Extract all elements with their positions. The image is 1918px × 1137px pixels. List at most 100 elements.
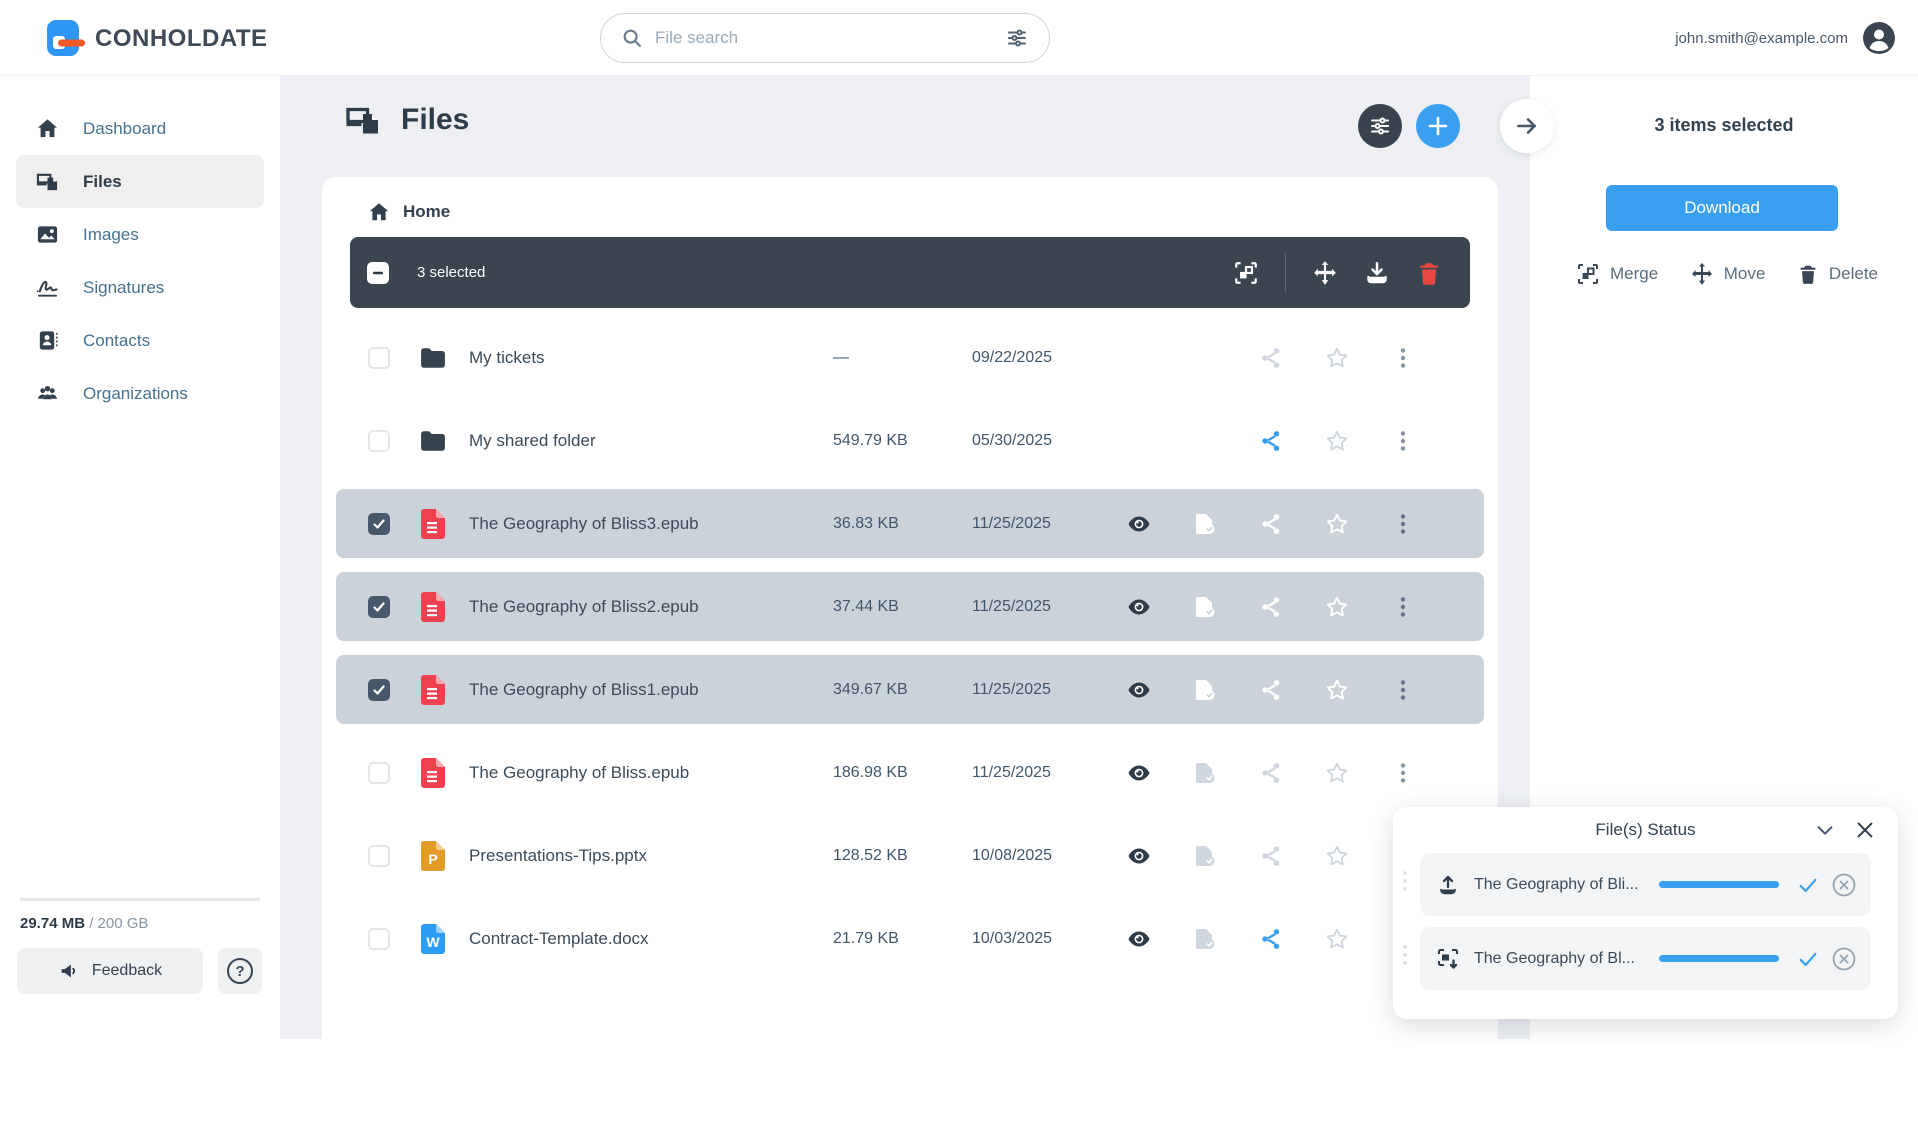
more-options-icon[interactable] [1383, 678, 1423, 702]
close-icon[interactable] [1854, 819, 1876, 841]
download-icon[interactable] [1364, 260, 1390, 286]
preview-eye-icon[interactable] [1119, 595, 1159, 619]
convert-file-icon[interactable] [1185, 761, 1225, 785]
share-icon[interactable] [1251, 346, 1291, 370]
row-checkbox[interactable] [368, 762, 390, 784]
share-icon[interactable] [1251, 595, 1291, 619]
preview-eye-icon[interactable] [1119, 927, 1159, 951]
move-icon[interactable] [1312, 260, 1338, 286]
chevron-down-icon[interactable] [1814, 819, 1836, 841]
row-checkbox[interactable] [368, 596, 390, 618]
top-bar: CONHOLDATE john.smith@example.com [0, 0, 1918, 76]
user-avatar[interactable] [1862, 21, 1896, 55]
home-icon [368, 201, 390, 223]
share-icon[interactable] [1251, 761, 1291, 785]
sidebar-item-dashboard[interactable]: Dashboard [16, 102, 264, 155]
status-item-merge: The Geography of Bl... [1420, 927, 1871, 990]
share-icon[interactable] [1251, 844, 1291, 868]
move-button[interactable]: Move [1690, 262, 1766, 286]
share-icon[interactable] [1251, 678, 1291, 702]
brand-logo[interactable]: CONHOLDATE [44, 18, 268, 59]
help-button[interactable]: ? [218, 948, 262, 994]
row-checkbox[interactable] [368, 845, 390, 867]
star-icon[interactable] [1317, 761, 1357, 785]
sidebar-item-files[interactable]: Files [16, 155, 264, 208]
more-options-icon[interactable] [1383, 761, 1423, 785]
page-title: Files [401, 103, 469, 137]
row-checkbox[interactable] [368, 679, 390, 701]
search-icon [621, 27, 643, 49]
add-file-button[interactable] [1416, 104, 1460, 148]
file-size: 21.79 KB [833, 930, 899, 948]
more-options-icon[interactable] [1383, 512, 1423, 536]
folder-icon [419, 347, 447, 369]
table-row[interactable]: W Contract-Template.docx 21.79 KB 10/03/… [322, 897, 1498, 980]
dismiss-circle-x-icon[interactable] [1831, 872, 1857, 898]
more-options-icon[interactable] [1383, 429, 1423, 453]
share-icon[interactable] [1251, 927, 1291, 951]
star-icon[interactable] [1317, 844, 1357, 868]
star-icon[interactable] [1317, 346, 1357, 370]
delete-button[interactable]: Delete [1797, 262, 1878, 286]
row-checkbox[interactable] [368, 430, 390, 452]
more-options-icon[interactable] [1383, 595, 1423, 619]
success-check-icon [1797, 874, 1819, 896]
star-icon[interactable] [1317, 512, 1357, 536]
file-name: The Geography of Bliss.epub [469, 763, 799, 783]
star-icon[interactable] [1317, 678, 1357, 702]
preview-eye-icon[interactable] [1119, 844, 1159, 868]
select-all-checkbox[interactable] [367, 262, 389, 284]
search-input[interactable] [655, 28, 993, 48]
file-name: Contract-Template.docx [469, 929, 799, 949]
merge-button[interactable]: Merge [1576, 262, 1658, 286]
brand-logo-icon [44, 18, 85, 59]
drag-handle-icon[interactable] [1403, 871, 1407, 891]
star-icon[interactable] [1317, 595, 1357, 619]
preview-eye-icon[interactable] [1119, 761, 1159, 785]
table-row[interactable]: The Geography of Bliss2.epub 37.44 KB 11… [322, 565, 1498, 648]
search-filter-icon[interactable] [1005, 26, 1029, 50]
list-filter-button[interactable] [1358, 104, 1402, 148]
preview-eye-icon[interactable] [1119, 512, 1159, 536]
drag-handle-icon[interactable] [1403, 945, 1407, 965]
table-row[interactable]: The Geography of Bliss1.epub 349.67 KB 1… [322, 648, 1498, 731]
star-icon[interactable] [1317, 927, 1357, 951]
table-row[interactable]: My shared folder 549.79 KB 05/30/2025 [322, 399, 1498, 482]
download-button[interactable]: Download [1606, 185, 1838, 231]
dismiss-circle-x-icon[interactable] [1831, 946, 1857, 972]
convert-file-icon[interactable] [1185, 927, 1225, 951]
upload-icon [1436, 873, 1460, 897]
file-size: 128.52 KB [833, 847, 908, 865]
more-options-icon[interactable] [1383, 346, 1423, 370]
sidebar-item-label: Signatures [83, 278, 164, 298]
merge-icon[interactable] [1233, 260, 1259, 286]
epub-file-icon [419, 592, 447, 622]
preview-eye-icon[interactable] [1119, 678, 1159, 702]
row-checkbox[interactable] [368, 347, 390, 369]
share-icon[interactable] [1251, 429, 1291, 453]
row-checkbox[interactable] [368, 928, 390, 950]
convert-file-icon[interactable] [1185, 595, 1225, 619]
file-name: Presentations-Tips.pptx [469, 846, 799, 866]
star-icon[interactable] [1317, 429, 1357, 453]
share-icon[interactable] [1251, 512, 1291, 536]
table-row[interactable]: My tickets — 09/22/2025 [322, 316, 1498, 399]
convert-file-icon[interactable] [1185, 678, 1225, 702]
sidebar-item-contacts[interactable]: Contacts [16, 314, 264, 367]
table-row[interactable]: The Geography of Bliss.epub 186.98 KB 11… [322, 731, 1498, 814]
sidebar-item-signatures[interactable]: Signatures [16, 261, 264, 314]
status-popup-title: File(s) Status [1595, 820, 1695, 840]
table-row[interactable]: The Geography of Bliss3.epub 36.83 KB 11… [322, 482, 1498, 565]
convert-file-icon[interactable] [1185, 844, 1225, 868]
row-checkbox[interactable] [368, 513, 390, 535]
delete-icon[interactable] [1416, 260, 1442, 286]
sidebar-item-organizations[interactable]: Organizations [16, 367, 264, 420]
feedback-button[interactable]: Feedback [17, 948, 203, 994]
convert-file-icon[interactable] [1185, 512, 1225, 536]
sidebar-item-images[interactable]: Images [16, 208, 264, 261]
file-size: 36.83 KB [833, 515, 899, 533]
table-row[interactable]: P Presentations-Tips.pptx 128.52 KB 10/0… [322, 814, 1498, 897]
file-date: 10/03/2025 [972, 930, 1052, 948]
breadcrumb[interactable]: Home [322, 177, 1498, 237]
panel-collapse-button[interactable] [1500, 99, 1554, 153]
